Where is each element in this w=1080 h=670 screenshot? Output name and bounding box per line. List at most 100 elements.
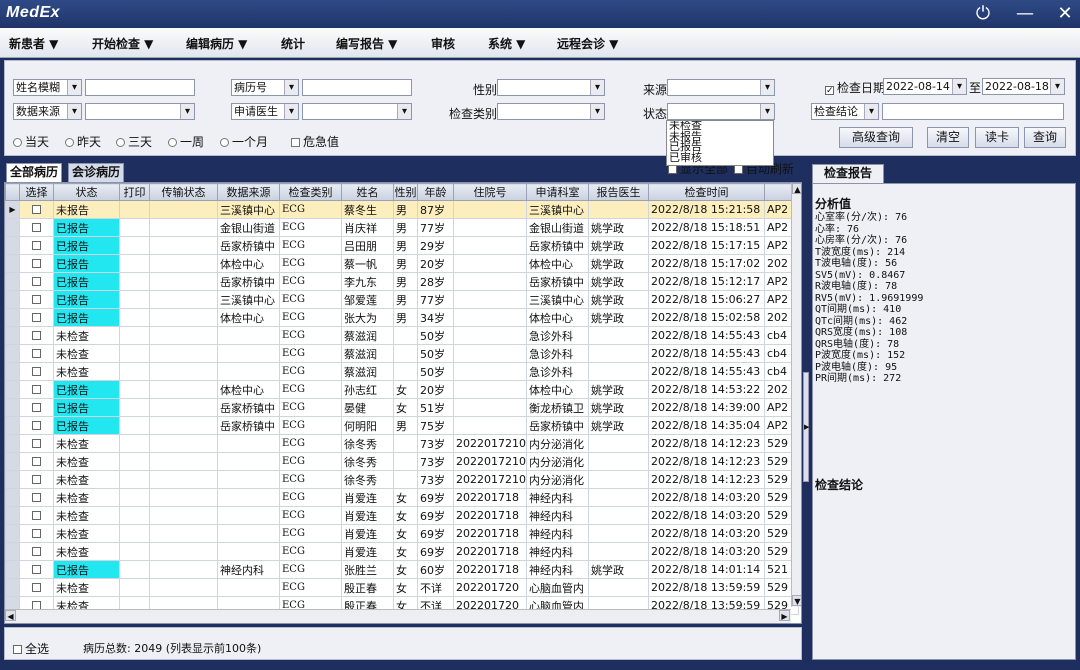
tab-consult-records[interactable]: 会诊病历	[68, 163, 125, 182]
table-row[interactable]: 已报告 体检中心 ECG 蔡一帆男 20岁 体检中心 姚学政 2022/8/18 15:17:…	[5, 254, 799, 273]
row-checkbox[interactable]	[19, 218, 54, 237]
column-header[interactable]: 年龄	[417, 183, 454, 201]
select-all-checkbox[interactable]: 全选	[13, 640, 49, 657]
power-icon[interactable]: ⏻	[970, 3, 996, 25]
row-checkbox[interactable]	[19, 398, 54, 417]
column-header[interactable]: 报告医生	[588, 183, 649, 201]
row-checkbox[interactable]	[19, 362, 54, 381]
vertical-scrollbar[interactable]: ▲ ▼	[791, 183, 801, 607]
table-row[interactable]: 未检查 ECG 蔡滋润 50岁 急诊外科 2022/8/18 14:55:43 cb4	[5, 344, 799, 363]
table-row[interactable]: 已报告 体检中心 ECG 张大为男 34岁 体检中心 姚学政 2022/8/18 15:02:…	[5, 308, 799, 327]
table-row[interactable]: 未检查 ECG 肖爱连女 69岁 202201718 神经内科 2022/8/18 14:0…	[5, 488, 799, 507]
menu-remote-consult[interactable]: 远程会诊 ▼	[557, 35, 618, 52]
tab-all-records[interactable]: 全部病历	[6, 163, 63, 182]
column-header[interactable]: 住院号	[453, 183, 527, 201]
row-checkbox[interactable]	[19, 524, 54, 543]
row-checkbox[interactable]	[19, 290, 54, 309]
table-row[interactable]: 未检查 ECG 徐冬秀 73岁 2022017210 内分泌消化 2022/8/18 14:…	[5, 452, 799, 471]
critical-checkbox[interactable]: 危急值	[291, 133, 339, 150]
table-row[interactable]: 未检查 ECG 徐冬秀 73岁 2022017210 内分泌消化 2022/8/18 14:…	[5, 470, 799, 489]
scroll-down-icon[interactable]: ▼	[792, 595, 801, 606]
table-row[interactable]: 未检查 ECG 肖爱连女 69岁 202201718 神经内科 2022/8/18 14:0…	[5, 542, 799, 561]
column-header[interactable]: 状态	[53, 183, 120, 201]
table-row[interactable]: 已报告 岳家桥镇中 ECG 吕田朋男 29岁 岳家桥镇中 姚学政 2022/8/18 15:1…	[5, 236, 799, 255]
row-checkbox[interactable]	[19, 506, 54, 525]
table-row[interactable]: 已报告 金银山街道 ECG 肖庆祥男 77岁 金银山街道 姚学政 2022/8/18 15:1…	[5, 218, 799, 237]
column-header[interactable]: 性别	[393, 183, 418, 201]
name-input[interactable]	[85, 79, 195, 96]
column-header[interactable]: 检查类别	[279, 183, 342, 201]
data-source-value[interactable]	[85, 103, 195, 120]
table-row[interactable]: 已报告 岳家桥镇中 ECG 李九东男 28岁 岳家桥镇中 姚学政 2022/8/18 15:1…	[5, 272, 799, 291]
exam-date-check[interactable]: ✓	[825, 86, 834, 96]
scroll-left-icon[interactable]: ◀	[5, 610, 16, 621]
close-button[interactable]: ✕	[1052, 3, 1078, 25]
exam-type-select[interactable]	[497, 103, 605, 120]
table-row[interactable]: 已报告 岳家桥镇中 ECG 晏健女 51岁 衡龙桥镇卫 姚学政 2022/8/18 14:39…	[5, 398, 799, 417]
range-month[interactable]: 一个月	[220, 133, 268, 150]
table-row[interactable]: 未检查 ECG 肖爱连女 69岁 202201718 神经内科 2022/8/18 14:0…	[5, 506, 799, 525]
range-three-days[interactable]: 三天	[116, 133, 152, 150]
table-row[interactable]: 未检查 ECG 蔡滋润 50岁 急诊外科 2022/8/18 14:55:43 cb4	[5, 362, 799, 381]
menu-review[interactable]: 审核	[431, 35, 455, 52]
table-row[interactable]: 未检查 ECG 徐冬秀 73岁 2022017210 内分泌消化 2022/8/18 14:…	[5, 434, 799, 453]
row-checkbox[interactable]	[19, 452, 54, 471]
row-checkbox[interactable]	[19, 308, 54, 327]
gender-select[interactable]	[497, 79, 605, 96]
column-header[interactable]: 数据来源	[217, 183, 280, 201]
row-checkbox[interactable]	[19, 272, 54, 291]
row-checkbox[interactable]	[19, 470, 54, 489]
source-select[interactable]	[667, 79, 775, 96]
row-checkbox[interactable]	[19, 488, 54, 507]
row-checkbox[interactable]	[19, 200, 54, 219]
row-checkbox[interactable]	[19, 416, 54, 435]
row-checkbox[interactable]	[19, 560, 54, 579]
doctor-select[interactable]: 申请医生	[231, 103, 299, 120]
column-header[interactable]: 传输状态	[149, 183, 218, 201]
column-header[interactable]: 申请科室	[526, 183, 589, 201]
table-row[interactable]: 已报告 体检中心 ECG 孙志红女 20岁 体检中心 姚学政 2022/8/18 14:53:…	[5, 380, 799, 399]
status-option[interactable]: 已审核	[669, 152, 773, 164]
scroll-up-icon[interactable]: ▲	[792, 183, 801, 194]
table-row[interactable]: 未检查 ECG 殷正春女不详 202201720 心脑血管内 2022/8/18 13:5…	[5, 578, 799, 597]
menu-system[interactable]: 系统 ▼	[488, 35, 525, 52]
column-header[interactable]: 姓名	[341, 183, 394, 201]
data-source-select[interactable]: 数据来源	[13, 103, 82, 120]
scroll-right-icon[interactable]: ▶	[779, 610, 790, 621]
tab-exam-report[interactable]: 检查报告	[812, 164, 884, 183]
doctor-value[interactable]	[302, 103, 412, 120]
table-row[interactable]: 未检查 ECG 肖爱连女 69岁 202201718 神经内科 2022/8/18 14:0…	[5, 524, 799, 543]
date-from-picker[interactable]: 2022-08-14	[883, 78, 967, 95]
column-header[interactable]: 检查时间	[648, 183, 765, 201]
read-card-button[interactable]: 读卡	[975, 127, 1019, 148]
range-week[interactable]: 一周	[168, 133, 204, 150]
record-no-input[interactable]	[302, 79, 412, 96]
name-mode-select[interactable]: 姓名模糊	[13, 79, 82, 96]
menu-write-report[interactable]: 编写报告 ▼	[336, 35, 397, 52]
row-checkbox[interactable]	[19, 254, 54, 273]
date-to-picker[interactable]: 2022-08-18	[982, 78, 1065, 95]
clear-button[interactable]: 清空	[927, 127, 969, 148]
horizontal-scrollbar[interactable]: ◀ ▶	[5, 609, 791, 623]
panel-splitter-handle[interactable]: ▶	[803, 372, 809, 482]
menu-new-patient[interactable]: 新患者 ▼	[9, 35, 58, 52]
minimize-button[interactable]: —	[1012, 3, 1038, 25]
conclusion-select[interactable]: 检查结论	[811, 103, 879, 120]
table-row[interactable]: ▶ 未报告 三溪镇中心 ECG 蔡冬生男 87岁 三溪镇中心 2022/8/18 15:21:…	[5, 200, 799, 219]
row-checkbox[interactable]	[19, 434, 54, 453]
advanced-query-button[interactable]: 高级查询	[839, 127, 913, 148]
record-no-select[interactable]: 病历号	[231, 79, 299, 96]
table-row[interactable]: 已报告 岳家桥镇中 ECG 何明阳男 75岁 岳家桥镇中 姚学政 2022/8/18 14:3…	[5, 416, 799, 435]
range-yesterday[interactable]: 昨天	[65, 133, 101, 150]
status-select[interactable]	[667, 103, 775, 120]
row-checkbox[interactable]	[19, 236, 54, 255]
menu-statistics[interactable]: 统计	[281, 35, 305, 52]
range-today[interactable]: 当天	[13, 133, 49, 150]
table-row[interactable]: 已报告 神经内科 ECG 张胜兰女 60岁 202201718 神经内科 姚学政 2022/8/…	[5, 560, 799, 579]
column-header[interactable]: 打印	[119, 183, 150, 201]
row-checkbox[interactable]	[19, 326, 54, 345]
menu-edit-record[interactable]: 编辑病历 ▼	[186, 35, 247, 52]
exam-date-checkbox[interactable]: ✓ 检查日期	[825, 79, 885, 96]
row-checkbox[interactable]	[19, 542, 54, 561]
table-row[interactable]: 已报告 三溪镇中心 ECG 邹爱莲男 77岁 三溪镇中心 姚学政 2022/8/18 15:0…	[5, 290, 799, 309]
